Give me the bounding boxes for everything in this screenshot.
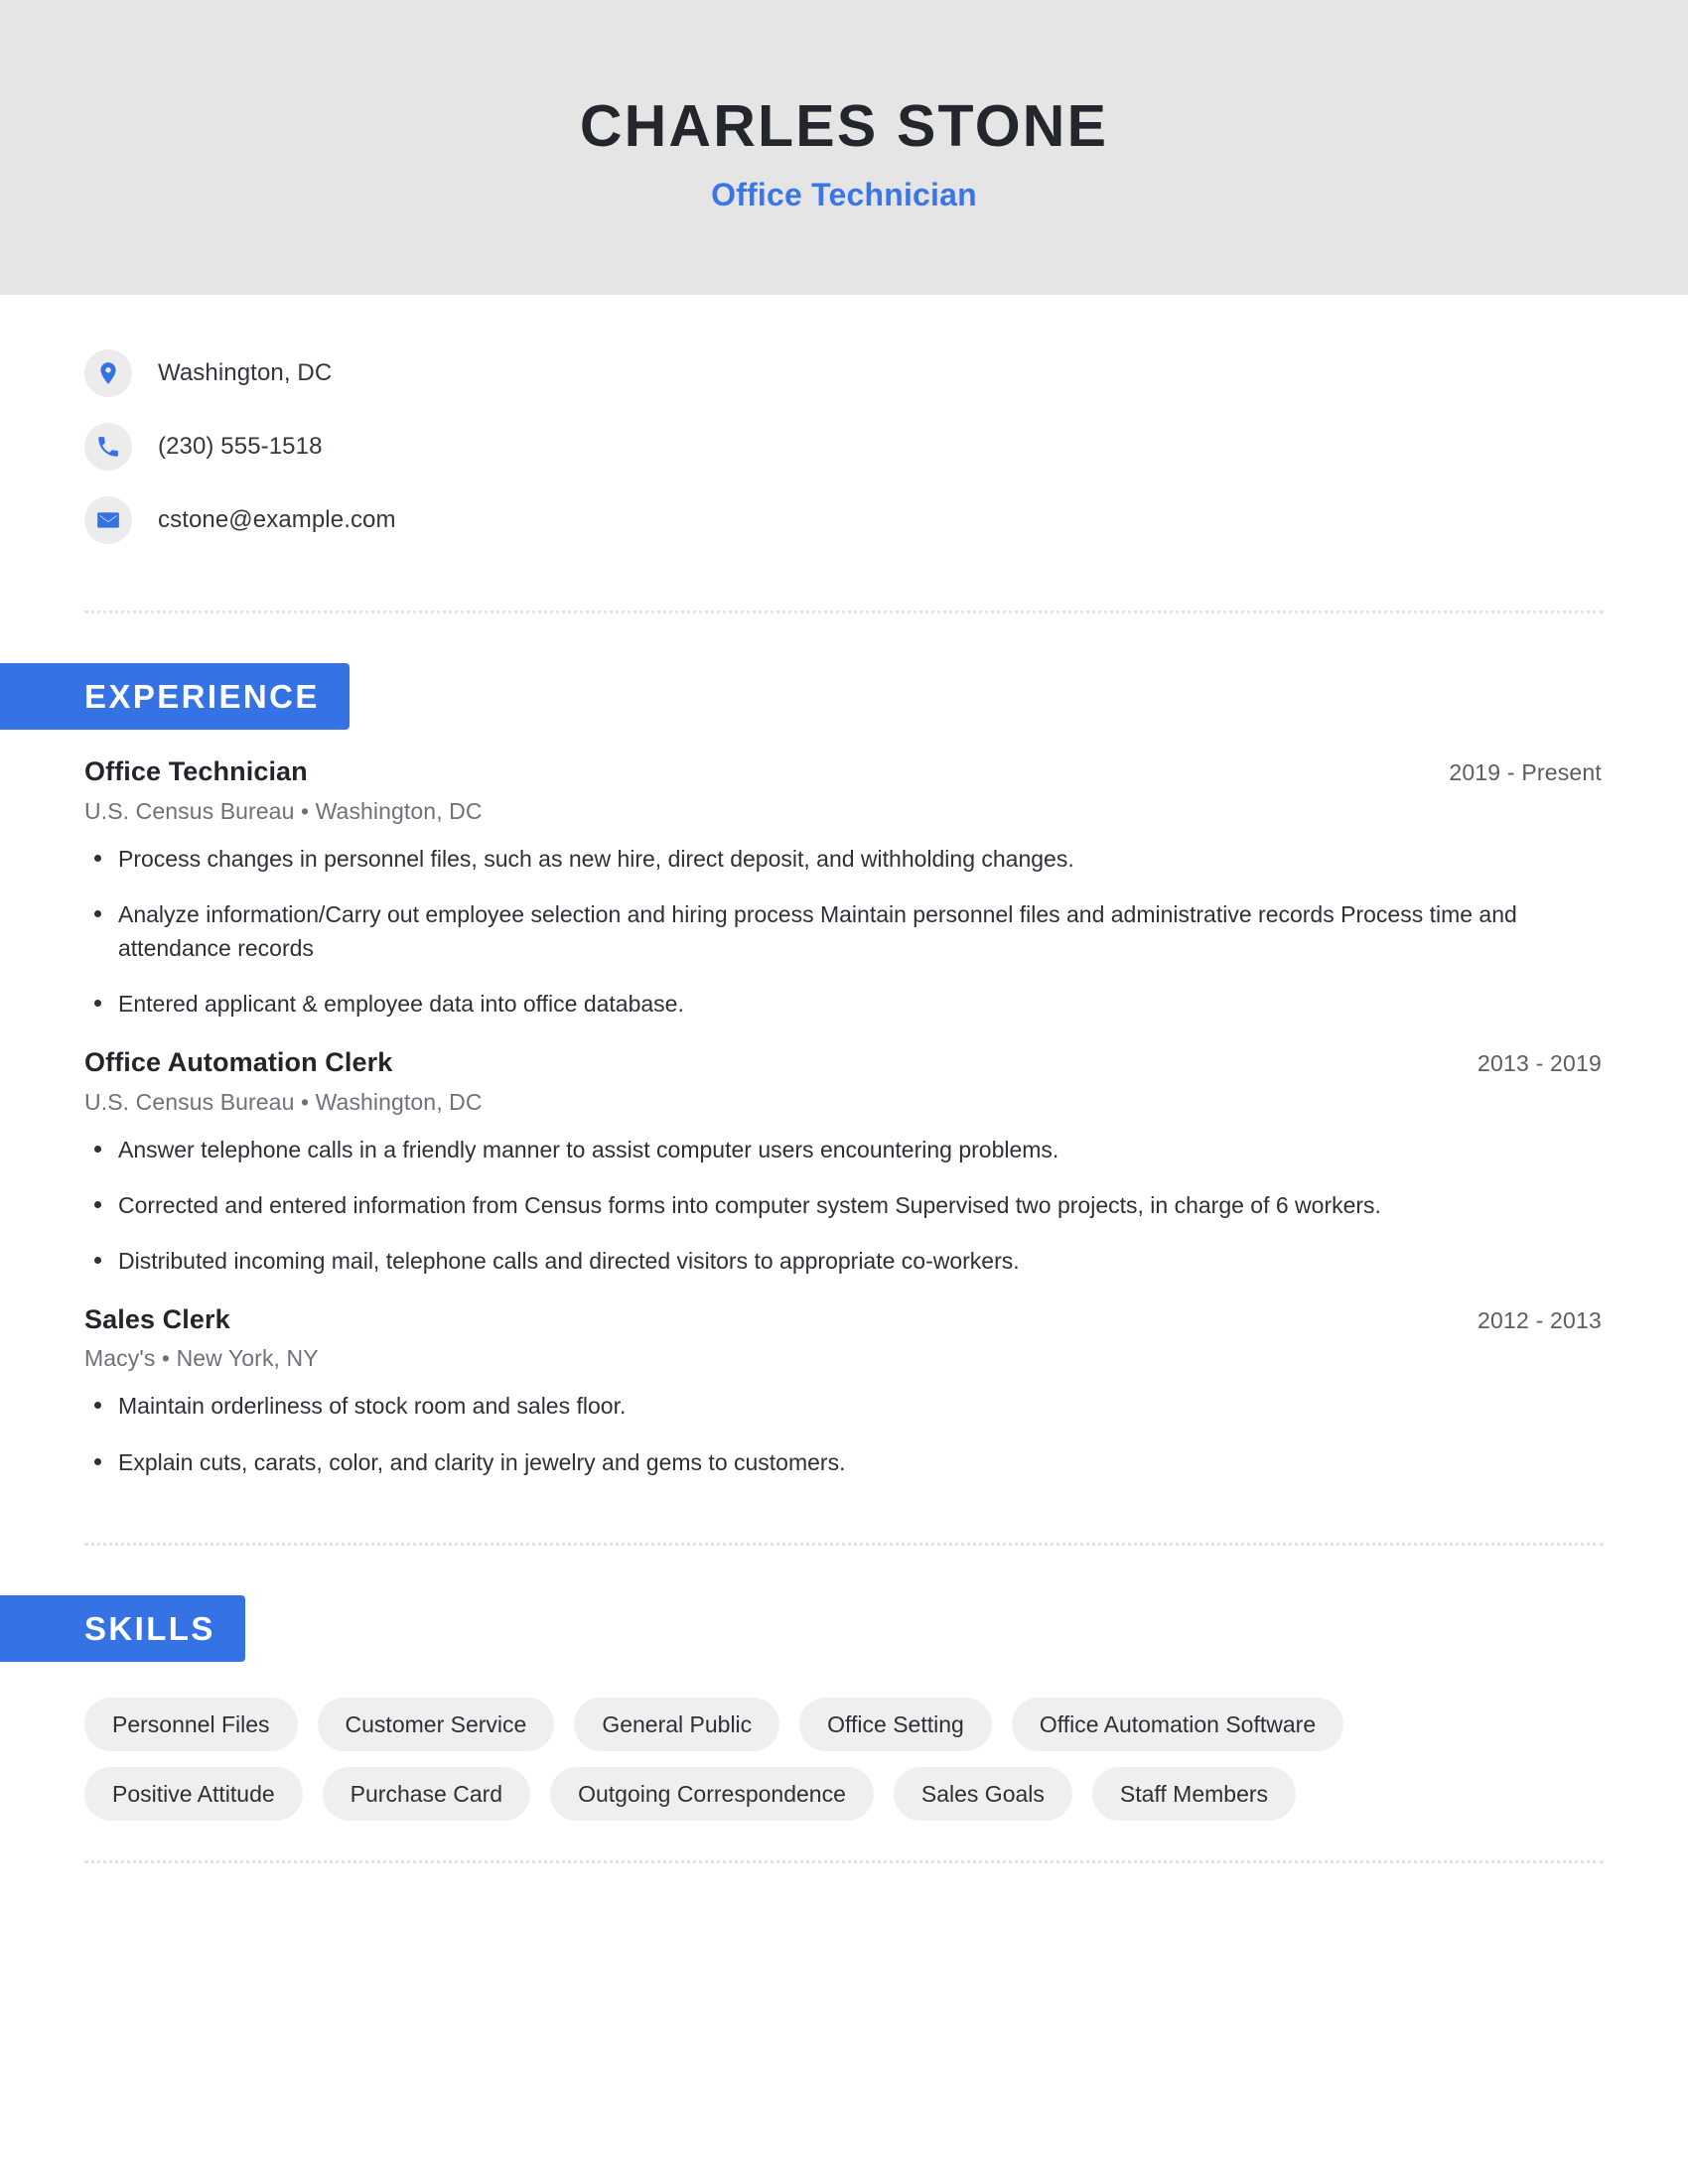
experience-item-header: Office Technician 2019 - Present — [84, 755, 1604, 789]
experience-role: Office Automation Clerk — [84, 1046, 393, 1077]
email-icon — [84, 496, 132, 544]
resume-page: CHARLES STONE Office Technician Washingt… — [0, 0, 1688, 2184]
experience-role: Sales Clerk — [84, 1303, 230, 1334]
experience-bullet: Answer telephone calls in a friendly man… — [84, 1133, 1528, 1166]
contact-item-location: Washington, DC — [84, 346, 1604, 400]
experience-item-header: Sales Clerk 2012 - 2013 — [84, 1303, 1604, 1337]
experience-bullet: Explain cuts, carats, color, and clarity… — [84, 1445, 1528, 1479]
experience-employer-location: U.S. Census Bureau • Washington, DC — [84, 1088, 483, 1115]
experience-dates: 2019 - Present — [1449, 759, 1602, 785]
skill-pill: Customer Service — [317, 1697, 555, 1751]
resume-body: Washington, DC (230) 555-1518 cstone@exa… — [0, 295, 1688, 1864]
experience-bullet: Entered applicant & employee data into o… — [84, 987, 1528, 1021]
header-job-title: Office Technician — [711, 176, 977, 212]
experience-item: Office Automation Clerk 2013 - 2019 U.S.… — [84, 1046, 1604, 1278]
experience-employer-location: Macy's • New York, NY — [84, 1345, 319, 1372]
divider-skills-bottom — [84, 1860, 1604, 1864]
section-heading-skills: SKILLS — [0, 1594, 245, 1662]
experience-dates: 2012 - 2013 — [1477, 1306, 1602, 1333]
location-pin-icon — [84, 349, 132, 397]
skill-pill: Office Automation Software — [1011, 1697, 1344, 1751]
experience-bullet: Process changes in personnel files, such… — [84, 842, 1528, 876]
experience-bullet-list: Answer telephone calls in a friendly man… — [84, 1133, 1604, 1278]
skill-pill: Office Setting — [799, 1697, 992, 1751]
experience-bullet-list: Maintain orderliness of stock room and s… — [84, 1389, 1604, 1478]
contact-email-text: cstone@example.com — [158, 506, 396, 533]
contact-item-email: cstone@example.com — [84, 493, 1604, 547]
skills-list: Personnel Files Customer Service General… — [84, 1697, 1534, 1822]
contact-item-phone: (230) 555-1518 — [84, 420, 1604, 474]
experience-item-header: Office Automation Clerk 2013 - 2019 — [84, 1046, 1604, 1080]
resume-header: CHARLES STONE Office Technician — [0, 0, 1688, 295]
page-title: CHARLES STONE — [579, 92, 1109, 159]
experience-bullet: Corrected and entered information from C… — [84, 1188, 1528, 1222]
skills-section: SKILLS Personnel Files Customer Service … — [0, 1594, 1688, 1822]
experience-bullet: Analyze information/Carry out employee s… — [84, 897, 1528, 965]
experience-bullet-list: Process changes in personnel files, such… — [84, 842, 1604, 1021]
section-heading-experience: EXPERIENCE — [0, 663, 350, 730]
contact-location-text: Washington, DC — [158, 359, 333, 386]
experience-section: EXPERIENCE Office Technician 2019 - Pres… — [0, 663, 1688, 1479]
skill-pill: Outgoing Correspondence — [550, 1766, 874, 1822]
skill-pill: Personnel Files — [84, 1697, 298, 1751]
experience-dates: 2013 - 2019 — [1477, 1049, 1602, 1076]
skill-pill: Staff Members — [1091, 1766, 1297, 1822]
experience-item: Office Technician 2019 - Present U.S. Ce… — [84, 755, 1604, 1021]
experience-bullet: Distributed incoming mail, telephone cal… — [84, 1244, 1528, 1278]
experience-item: Sales Clerk 2012 - 2013 Macy's • New Yor… — [84, 1303, 1604, 1479]
contact-section: Washington, DC (230) 555-1518 cstone@exa… — [0, 295, 1688, 547]
contact-phone-text: (230) 555-1518 — [158, 433, 323, 460]
skill-pill: Positive Attitude — [84, 1766, 303, 1822]
phone-icon — [84, 423, 132, 471]
skill-pill: Sales Goals — [893, 1766, 1072, 1822]
skill-pill: Purchase Card — [322, 1766, 531, 1822]
experience-role: Office Technician — [84, 756, 308, 786]
experience-bullet: Maintain orderliness of stock room and s… — [84, 1389, 1528, 1423]
skill-pill: General Public — [574, 1697, 780, 1751]
experience-employer-location: U.S. Census Bureau • Washington, DC — [84, 797, 483, 824]
